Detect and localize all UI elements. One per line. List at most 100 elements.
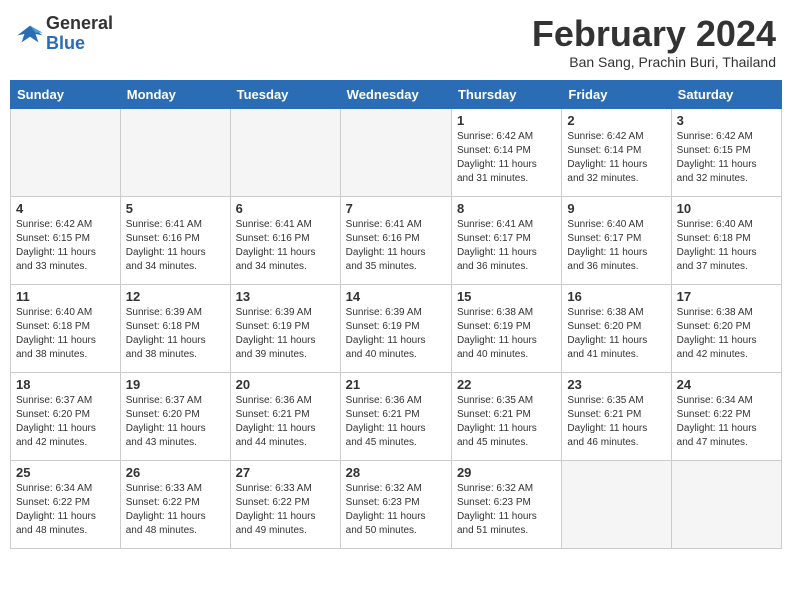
- calendar-cell: 28 Sunrise: 6:32 AM Sunset: 6:23 PM Dayli…: [340, 460, 451, 548]
- logo-blue-text: Blue: [46, 34, 113, 54]
- calendar-cell: 18 Sunrise: 6:37 AM Sunset: 6:20 PM Dayli…: [11, 372, 121, 460]
- day-info: Sunrise: 6:32 AM Sunset: 6:23 PM Dayligh…: [457, 482, 556, 538]
- day-number: 10: [677, 201, 776, 216]
- day-number: 28: [346, 465, 446, 480]
- day-info: Sunrise: 6:42 AM Sunset: 6:14 PM Dayligh…: [457, 130, 556, 186]
- day-number: 25: [16, 465, 115, 480]
- day-number: 6: [236, 201, 335, 216]
- day-info: Sunrise: 6:41 AM Sunset: 6:16 PM Dayligh…: [346, 218, 446, 274]
- calendar-cell: 2 Sunrise: 6:42 AM Sunset: 6:14 PM Daylig…: [562, 108, 671, 196]
- day-number: 8: [457, 201, 556, 216]
- day-info: Sunrise: 6:37 AM Sunset: 6:20 PM Dayligh…: [16, 394, 115, 450]
- calendar-cell: [340, 108, 451, 196]
- day-info: Sunrise: 6:41 AM Sunset: 6:17 PM Dayligh…: [457, 218, 556, 274]
- weekday-header-thursday: Thursday: [451, 80, 561, 108]
- weekday-header-sunday: Sunday: [11, 80, 121, 108]
- calendar-cell: [120, 108, 230, 196]
- calendar-cell: [671, 460, 781, 548]
- day-info: Sunrise: 6:33 AM Sunset: 6:22 PM Dayligh…: [126, 482, 225, 538]
- day-info: Sunrise: 6:40 AM Sunset: 6:18 PM Dayligh…: [677, 218, 776, 274]
- day-number: 27: [236, 465, 335, 480]
- calendar-cell: 23Sunrise: 6:35 AM Sunset: 6:21 PM Dayli…: [562, 372, 671, 460]
- day-number: 13: [236, 289, 335, 304]
- calendar-cell: 12 Sunrise: 6:39 AM Sunset: 6:18 PM Dayli…: [120, 284, 230, 372]
- day-number: 21: [346, 377, 446, 392]
- day-number: 1: [457, 113, 556, 128]
- day-number: 24: [677, 377, 776, 392]
- day-number: 14: [346, 289, 446, 304]
- logo-icon: [16, 20, 44, 48]
- day-number: 2: [567, 113, 665, 128]
- day-info: Sunrise: 6:41 AM Sunset: 6:16 PM Dayligh…: [126, 218, 225, 274]
- day-info: Sunrise: 6:36 AM Sunset: 6:21 PM Dayligh…: [346, 394, 446, 450]
- week-row-3: 11 Sunrise: 6:40 AM Sunset: 6:18 PM Dayli…: [11, 284, 782, 372]
- calendar-cell: 13Sunrise: 6:39 AM Sunset: 6:19 PM Dayli…: [230, 284, 340, 372]
- calendar-cell: 21 Sunrise: 6:36 AM Sunset: 6:21 PM Dayli…: [340, 372, 451, 460]
- day-info: Sunrise: 6:40 AM Sunset: 6:18 PM Dayligh…: [16, 306, 115, 362]
- calendar-cell: 15 Sunrise: 6:38 AM Sunset: 6:19 PM Dayli…: [451, 284, 561, 372]
- weekday-header-saturday: Saturday: [671, 80, 781, 108]
- logo: General Blue: [16, 14, 113, 54]
- logo-general-text: General: [46, 14, 113, 34]
- logo-text: General Blue: [46, 14, 113, 54]
- day-number: 4: [16, 201, 115, 216]
- day-number: 3: [677, 113, 776, 128]
- week-row-2: 4Sunrise: 6:42 AM Sunset: 6:15 PM Daylig…: [11, 196, 782, 284]
- day-number: 18: [16, 377, 115, 392]
- day-info: Sunrise: 6:38 AM Sunset: 6:19 PM Dayligh…: [457, 306, 556, 362]
- day-info: Sunrise: 6:40 AM Sunset: 6:17 PM Dayligh…: [567, 218, 665, 274]
- day-info: Sunrise: 6:34 AM Sunset: 6:22 PM Dayligh…: [677, 394, 776, 450]
- day-info: Sunrise: 6:37 AM Sunset: 6:20 PM Dayligh…: [126, 394, 225, 450]
- day-number: 17: [677, 289, 776, 304]
- day-info: Sunrise: 6:34 AM Sunset: 6:22 PM Dayligh…: [16, 482, 115, 538]
- calendar-cell: 22Sunrise: 6:35 AM Sunset: 6:21 PM Dayli…: [451, 372, 561, 460]
- page-header: General Blue February 2024 Ban Sang, Pra…: [10, 10, 782, 74]
- calendar-cell: 8 Sunrise: 6:41 AM Sunset: 6:17 PM Daylig…: [451, 196, 561, 284]
- day-info: Sunrise: 6:42 AM Sunset: 6:14 PM Dayligh…: [567, 130, 665, 186]
- day-number: 7: [346, 201, 446, 216]
- day-number: 9: [567, 201, 665, 216]
- day-info: Sunrise: 6:39 AM Sunset: 6:19 PM Dayligh…: [346, 306, 446, 362]
- weekday-header-monday: Monday: [120, 80, 230, 108]
- calendar-cell: 5Sunrise: 6:41 AM Sunset: 6:16 PM Daylig…: [120, 196, 230, 284]
- calendar-cell: 9 Sunrise: 6:40 AM Sunset: 6:17 PM Daylig…: [562, 196, 671, 284]
- calendar-cell: 1 Sunrise: 6:42 AM Sunset: 6:14 PM Daylig…: [451, 108, 561, 196]
- weekday-header-friday: Friday: [562, 80, 671, 108]
- calendar-cell: 4Sunrise: 6:42 AM Sunset: 6:15 PM Daylig…: [11, 196, 121, 284]
- day-info: Sunrise: 6:35 AM Sunset: 6:21 PM Dayligh…: [457, 394, 556, 450]
- day-number: 19: [126, 377, 225, 392]
- day-info: Sunrise: 6:33 AM Sunset: 6:22 PM Dayligh…: [236, 482, 335, 538]
- calendar-cell: [230, 108, 340, 196]
- day-info: Sunrise: 6:39 AM Sunset: 6:18 PM Dayligh…: [126, 306, 225, 362]
- calendar-cell: [11, 108, 121, 196]
- weekday-header-wednesday: Wednesday: [340, 80, 451, 108]
- day-info: Sunrise: 6:32 AM Sunset: 6:23 PM Dayligh…: [346, 482, 446, 538]
- day-info: Sunrise: 6:35 AM Sunset: 6:21 PM Dayligh…: [567, 394, 665, 450]
- week-row-4: 18 Sunrise: 6:37 AM Sunset: 6:20 PM Dayli…: [11, 372, 782, 460]
- calendar-cell: 11 Sunrise: 6:40 AM Sunset: 6:18 PM Dayli…: [11, 284, 121, 372]
- calendar-cell: 17Sunrise: 6:38 AM Sunset: 6:20 PM Dayli…: [671, 284, 781, 372]
- calendar-cell: 14 Sunrise: 6:39 AM Sunset: 6:19 PM Dayli…: [340, 284, 451, 372]
- day-info: Sunrise: 6:36 AM Sunset: 6:21 PM Dayligh…: [236, 394, 335, 450]
- weekday-header-tuesday: Tuesday: [230, 80, 340, 108]
- calendar-cell: 29 Sunrise: 6:32 AM Sunset: 6:23 PM Dayli…: [451, 460, 561, 548]
- day-number: 16: [567, 289, 665, 304]
- weekday-header-row: SundayMondayTuesdayWednesdayThursdayFrid…: [11, 80, 782, 108]
- week-row-1: 1 Sunrise: 6:42 AM Sunset: 6:14 PM Daylig…: [11, 108, 782, 196]
- calendar-cell: 7 Sunrise: 6:41 AM Sunset: 6:16 PM Daylig…: [340, 196, 451, 284]
- calendar-cell: 6 Sunrise: 6:41 AM Sunset: 6:16 PM Daylig…: [230, 196, 340, 284]
- location-title: Ban Sang, Prachin Buri, Thailand: [532, 54, 776, 70]
- day-info: Sunrise: 6:38 AM Sunset: 6:20 PM Dayligh…: [567, 306, 665, 362]
- calendar-cell: 27 Sunrise: 6:33 AM Sunset: 6:22 PM Dayli…: [230, 460, 340, 548]
- title-block: February 2024 Ban Sang, Prachin Buri, Th…: [532, 14, 776, 70]
- day-info: Sunrise: 6:41 AM Sunset: 6:16 PM Dayligh…: [236, 218, 335, 274]
- month-title: February 2024: [532, 14, 776, 54]
- calendar-cell: 24 Sunrise: 6:34 AM Sunset: 6:22 PM Dayli…: [671, 372, 781, 460]
- calendar-cell: [562, 460, 671, 548]
- day-number: 12: [126, 289, 225, 304]
- day-number: 11: [16, 289, 115, 304]
- day-number: 29: [457, 465, 556, 480]
- calendar-cell: 25 Sunrise: 6:34 AM Sunset: 6:22 PM Dayli…: [11, 460, 121, 548]
- day-number: 15: [457, 289, 556, 304]
- calendar-cell: 10 Sunrise: 6:40 AM Sunset: 6:18 PM Dayli…: [671, 196, 781, 284]
